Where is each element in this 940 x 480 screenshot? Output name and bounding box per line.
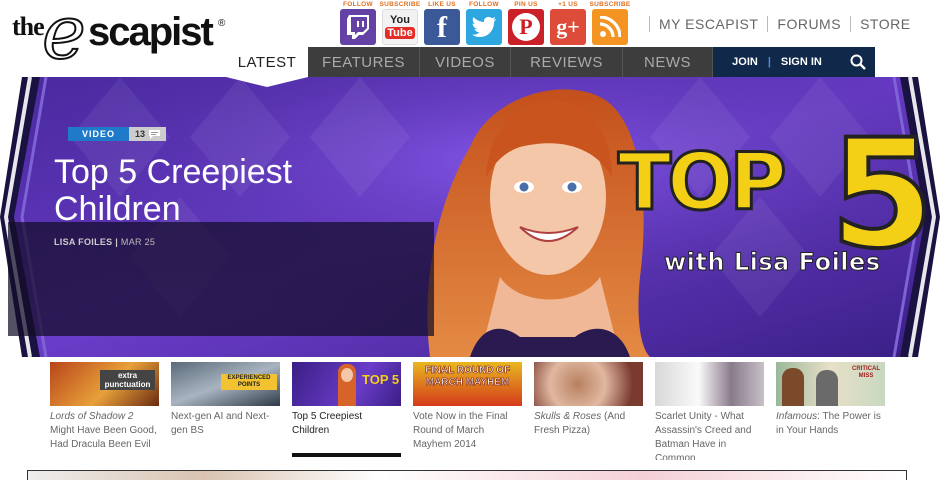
carousel-item[interactable]: Skulls & Roses (And Fresh Pizza) <box>534 362 644 460</box>
forums-link[interactable]: FORUMS <box>777 16 841 32</box>
sign-in-link[interactable]: SIGN IN <box>781 56 822 68</box>
thumbnail-label: TOP 5 <box>362 372 400 387</box>
thumbnail-caption: Next-gen AI and Next-gen BS <box>171 410 281 460</box>
tab-latest[interactable]: LATEST <box>226 47 308 77</box>
hero-title[interactable]: Top 5 Creepiest Children <box>54 154 414 228</box>
hero-meta: LISA FOILES | MAR 25 <box>54 237 156 247</box>
thumbnail-image <box>655 362 764 406</box>
youtube-icon[interactable]: You Tube <box>382 9 418 45</box>
thumbnail-label: extra punctuation <box>100 370 155 390</box>
caption-italic: Infamous <box>776 411 818 422</box>
caption-text: Scarlet Unity - What Assassin's Creed an… <box>655 411 752 460</box>
logo-registered: ® <box>218 18 226 29</box>
caption-text: Next-gen AI and Next-gen BS <box>171 411 270 436</box>
carousel-item[interactable]: Scarlet Unity - What Assassin's Creed an… <box>655 362 765 460</box>
search-button[interactable] <box>841 47 875 77</box>
twitch-icon[interactable] <box>340 9 376 45</box>
social-caption: PIN US <box>514 1 538 8</box>
social-pinterest[interactable]: PIN US P <box>508 0 544 45</box>
thumbnail-label: CRITICAL MISS <box>852 366 880 379</box>
my-escapist-link[interactable]: MY ESCAPIST <box>659 16 758 32</box>
store-link[interactable]: STORE <box>860 16 910 32</box>
social-caption: SUBSCRIBE <box>379 1 421 8</box>
thumbnail-figure <box>782 368 804 406</box>
carousel-item-active[interactable]: TOP 5 Top 5 Creepiest Children <box>292 362 402 460</box>
google-plus-icon[interactable]: g+ <box>550 9 586 45</box>
account-links: JOIN | SIGN IN <box>713 47 841 77</box>
tab-reviews[interactable]: REVIEWS <box>511 47 623 77</box>
caption-italic: Lords of Shadow 2 <box>50 411 134 422</box>
facebook-icon[interactable]: f <box>424 9 460 45</box>
thumbnail-figure <box>816 370 838 406</box>
rss-icon[interactable] <box>592 9 628 45</box>
carousel-active-indicator <box>292 453 401 457</box>
caption-text: Top 5 Creepiest Children <box>292 411 363 436</box>
social-youtube[interactable]: SUBSCRIBE You Tube <box>379 0 421 45</box>
social-caption: LIKE US <box>428 1 456 8</box>
thumbnail-image: extra punctuation <box>50 362 159 406</box>
hero-author[interactable]: LISA FOILES <box>54 237 112 247</box>
caption-text: Might Have Been Good, Had Dracula Been E… <box>50 425 157 450</box>
comment-count[interactable]: 13 <box>129 127 167 141</box>
top-links: MY ESCAPIST FORUMS STORE <box>640 16 911 32</box>
thumbnail-image: CRITICAL MISS <box>776 362 885 406</box>
divider <box>649 16 650 32</box>
carousel-item[interactable]: FINAL ROUND OF MARCH MAYHEM Vote Now in … <box>413 362 523 460</box>
carousel-item[interactable]: extra punctuation Lords of Shadow 2 Migh… <box>50 362 160 460</box>
thumbnail-caption: Infamous: The Power is in Your Hands <box>776 410 886 460</box>
top5-show-logo: TOP 5 with Lisa Foiles <box>612 118 937 290</box>
social-twitch[interactable]: FOLLOW <box>340 0 376 45</box>
thumbnail-image: TOP 5 <box>292 362 401 406</box>
social-caption: SUBSCRIBE <box>589 1 631 8</box>
hero-date: MAR 25 <box>120 237 156 247</box>
thumbnail-caption: Vote Now in the Final Round of March May… <box>413 410 523 460</box>
divider: | <box>767 56 771 68</box>
carousel-item[interactable]: CRITICAL MISS Infamous: The Power is in … <box>776 362 886 460</box>
content-preview-strip <box>27 470 907 480</box>
thumbnail-label: FINAL ROUND OF MARCH MAYHEM <box>424 365 511 389</box>
thumbnail-face <box>341 368 353 382</box>
thumbnail-label: EXPERIENCED POINTS <box>221 374 277 390</box>
active-tab-pointer <box>226 77 308 87</box>
thumbnail-image: FINAL ROUND OF MARCH MAYHEM <box>413 362 522 406</box>
social-rss[interactable]: SUBSCRIBE <box>589 0 631 45</box>
social-google-plus[interactable]: +1 US g+ <box>550 0 586 45</box>
twitter-icon[interactable] <box>466 9 502 45</box>
hero-badge: VIDEO 13 <box>68 127 167 141</box>
thumbnail-image: EXPERIENCED POINTS <box>171 362 280 406</box>
join-link[interactable]: JOIN <box>732 56 758 68</box>
top5-logo-with: with Lisa Foiles <box>664 248 881 277</box>
caption-italic: Skulls & Roses <box>534 411 602 422</box>
divider <box>767 16 769 32</box>
social-caption: FOLLOW <box>343 1 373 8</box>
logo-the: the <box>12 12 45 41</box>
thumbnail-image <box>534 362 643 406</box>
search-icon <box>850 54 866 70</box>
caption-text: Vote Now in the Final Round of March May… <box>413 411 508 450</box>
thumbnail-caption: Scarlet Unity - What Assassin's Creed an… <box>655 410 765 460</box>
social-caption: FOLLOW <box>469 1 499 8</box>
carousel-item[interactable]: EXPERIENCED POINTS Next-gen AI and Next-… <box>171 362 281 460</box>
social-caption: +1 US <box>558 1 578 8</box>
pinterest-icon[interactable]: P <box>508 9 544 45</box>
social-twitter[interactable]: FOLLOW <box>466 0 502 45</box>
main-nav: FEATURES VIDEOS REVIEWS NEWS JOIN | SIGN… <box>0 47 940 77</box>
comment-count-value: 13 <box>135 129 146 139</box>
tab-videos[interactable]: VIDEOS <box>420 47 511 77</box>
social-links: FOLLOW SUBSCRIBE You Tube LIKE US f FOLL… <box>340 0 631 45</box>
comment-icon <box>149 129 161 139</box>
tab-features[interactable]: FEATURES <box>308 47 420 77</box>
social-facebook[interactable]: LIKE US f <box>424 0 460 45</box>
featured-carousel: extra punctuation Lords of Shadow 2 Migh… <box>50 362 890 460</box>
thumbnail-caption: Skulls & Roses (And Fresh Pizza) <box>534 410 644 460</box>
tab-news[interactable]: NEWS <box>623 47 713 77</box>
thumbnail-caption: Lords of Shadow 2 Might Have Been Good, … <box>50 410 160 460</box>
video-badge: VIDEO <box>68 127 130 141</box>
top5-logo-top: TOP <box>617 138 789 228</box>
divider <box>850 16 852 32</box>
